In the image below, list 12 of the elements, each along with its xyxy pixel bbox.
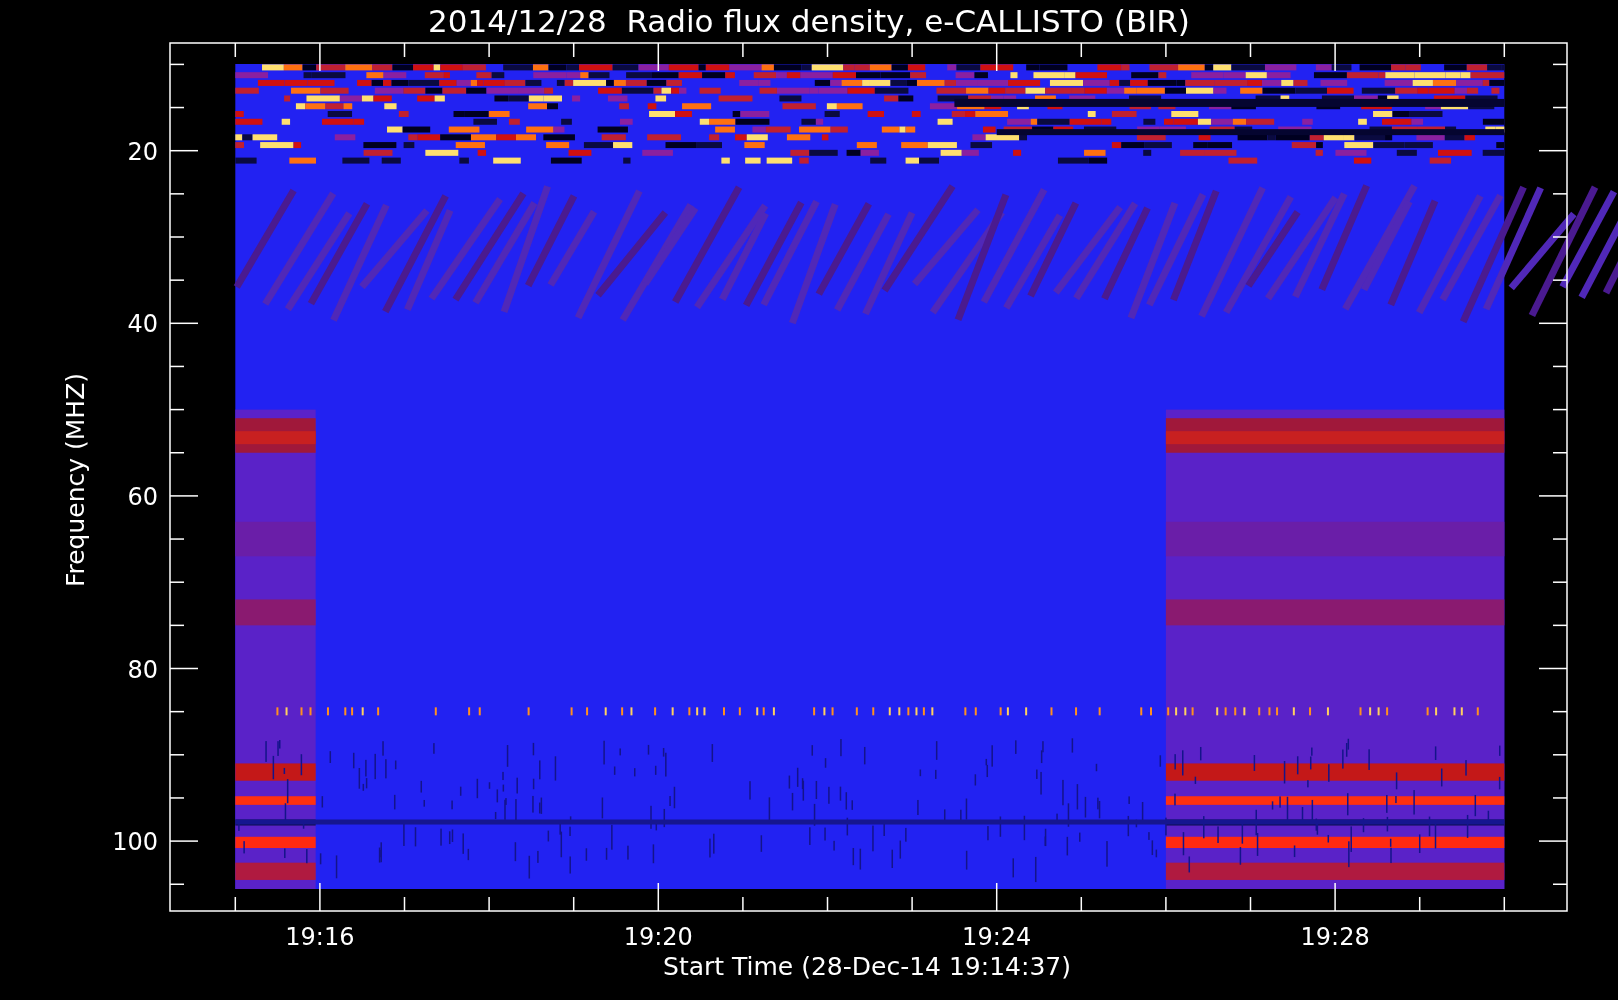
tick-label: 80 <box>127 655 158 684</box>
x-axis-label: Start Time (28-Dec-14 19:14:37) <box>663 952 1071 981</box>
tick-label: 19:16 <box>285 923 355 951</box>
tick-label: 40 <box>127 310 158 339</box>
tick-label: 100 <box>112 828 158 857</box>
tick-label: 20 <box>127 137 158 166</box>
tick-label: 19:28 <box>1300 923 1370 951</box>
tick-label: 19:24 <box>962 923 1032 951</box>
tick-label: 60 <box>127 482 158 511</box>
tick-label: 19:20 <box>623 923 693 951</box>
y-axis-label: Frequency (MHZ) <box>61 372 90 588</box>
chart-title: 2014/12/28 Radio flux density, e-CALLISTO (BIR) <box>428 3 1190 39</box>
